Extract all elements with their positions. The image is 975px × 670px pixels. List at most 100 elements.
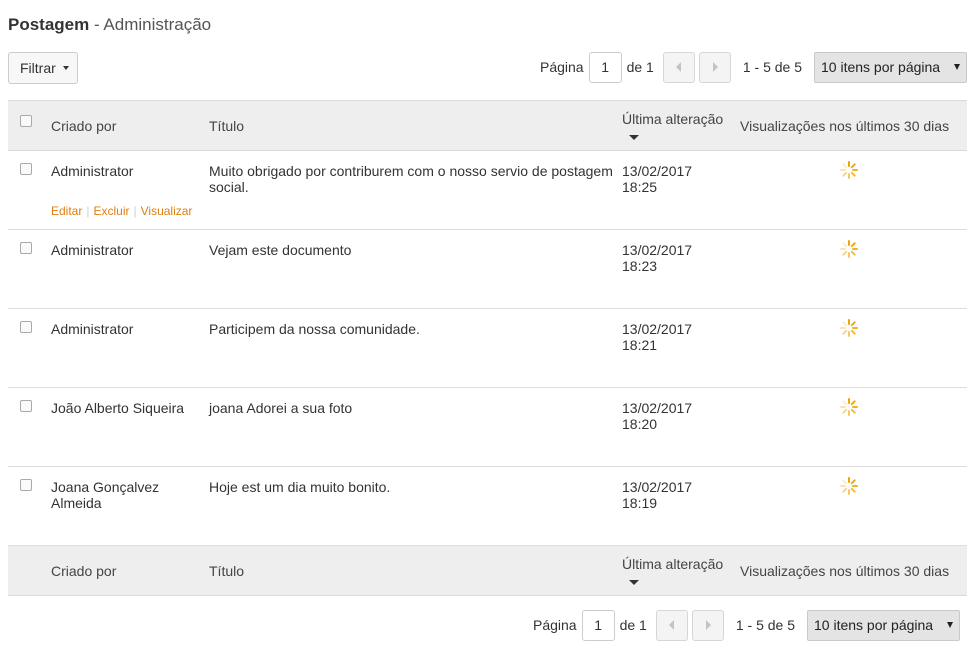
row-time-text: 18:25 (622, 179, 658, 195)
row-checkbox[interactable] (20, 242, 32, 254)
item-range: 1 - 5 de 5 (742, 59, 802, 75)
row-title: Participem da nossa comunidade. (209, 308, 622, 388)
posts-table: Criado por Título Última alteração Visua… (8, 100, 967, 596)
row-title-text: Muito obrigado por contriburem com o nos… (209, 163, 613, 195)
footer-column-last-modified[interactable]: Última alteração (622, 545, 740, 596)
row-checkbox[interactable] (20, 400, 32, 412)
table-row: João Alberto Siqueira joana Adorei a sua… (8, 387, 967, 467)
chevron-right-icon (712, 62, 718, 72)
items-per-page-value: 10 itens por página (821, 59, 941, 75)
row-author-text: Administrator (51, 163, 134, 179)
row-select-cell (8, 308, 51, 388)
prev-page-button[interactable] (662, 51, 695, 83)
footer-column-last-modified-label: Última alteração (622, 556, 724, 572)
row-time-text: 18:19 (622, 495, 658, 511)
item-range: 1 - 5 de 5 (735, 617, 795, 633)
chevron-right-icon (705, 620, 711, 630)
row-author-text: Administrator (51, 242, 134, 258)
row-author: Administrator (51, 308, 209, 388)
page-total-label: de 1 (626, 59, 654, 75)
footer-column-title[interactable]: Título (209, 545, 622, 596)
caret-down-icon (62, 66, 69, 70)
row-title-text: joana Adorei a sua foto (209, 400, 353, 416)
table-row: Administrator Vejam este documento 13/02… (8, 229, 967, 309)
row-title-text: Participem da nossa comunidade. (209, 321, 420, 337)
row-select-cell (8, 466, 51, 546)
row-select-cell (8, 150, 51, 230)
next-page-button[interactable] (698, 51, 731, 83)
row-views (740, 466, 967, 546)
edit-link[interactable]: Editar (51, 204, 82, 218)
row-date-text: 13/02/2017 (622, 400, 693, 416)
page-number-input[interactable] (588, 51, 622, 83)
page-title-section: Postagem (8, 15, 90, 34)
column-views: Visualizações nos últimos 30 dias (740, 100, 967, 151)
sort-desc-icon (629, 580, 639, 585)
select-all-cell (8, 100, 51, 151)
row-views (740, 229, 967, 309)
row-checkbox[interactable] (20, 163, 32, 175)
loading-spinner-icon (840, 477, 858, 495)
row-title-text: Hoje est um dia muito bonito. (209, 479, 391, 495)
row-author: Joana Gonçalvez Almeida (51, 466, 209, 546)
row-date-text: 13/02/2017 (622, 479, 693, 495)
row-title-text: Vejam este documento (209, 242, 352, 258)
row-actions: Editar | Excluir | Visualizar (51, 204, 192, 218)
row-date-text: 13/02/2017 (622, 242, 693, 258)
items-per-page-select[interactable]: 10 itens por página (814, 51, 967, 83)
row-checkbox[interactable] (20, 321, 32, 333)
row-date: 13/02/2017 18:23 (622, 229, 740, 309)
row-title: Muito obrigado por contriburem com o nos… (209, 150, 622, 230)
action-separator: | (133, 204, 137, 218)
items-per-page-value: 10 itens por página (814, 617, 934, 633)
dropdown-arrow-icon (954, 64, 960, 70)
sort-desc-icon (629, 135, 639, 140)
table-footer-row: Criado por Título Última alteração Visua… (8, 545, 967, 596)
row-date: 13/02/2017 18:19 (622, 466, 740, 546)
filter-button[interactable]: Filtrar (8, 52, 78, 84)
row-select-cell (8, 229, 51, 309)
column-last-modified[interactable]: Última alteração (622, 100, 740, 151)
row-views (740, 308, 967, 388)
pagination-bottom: Página de 1 1 - 5 de 5 10 itens por pági… (533, 609, 960, 641)
row-date-text: 13/02/2017 (622, 163, 693, 179)
dropdown-arrow-icon (947, 622, 953, 628)
prev-page-button[interactable] (655, 609, 688, 641)
row-author-text: Joana Gonçalvez Almeida (51, 479, 160, 511)
items-per-page-select[interactable]: 10 itens por página (807, 609, 960, 641)
column-author[interactable]: Criado por (51, 100, 209, 151)
page-label: Página (540, 59, 584, 75)
column-title[interactable]: Título (209, 100, 622, 151)
next-page-button[interactable] (691, 609, 724, 641)
footer-column-author[interactable]: Criado por (51, 545, 209, 596)
row-date-text: 13/02/2017 (622, 321, 693, 337)
footer-column-views: Visualizações nos últimos 30 dias (740, 545, 967, 596)
page-title: Postagem - Administração (8, 14, 211, 36)
view-link[interactable]: Visualizar (141, 204, 193, 218)
row-date: 13/02/2017 18:20 (622, 387, 740, 467)
row-views (740, 387, 967, 467)
row-author: Administrator (51, 229, 209, 309)
row-views (740, 150, 967, 230)
row-author: João Alberto Siqueira (51, 387, 209, 467)
row-select-cell (8, 387, 51, 467)
row-title: Vejam este documento (209, 229, 622, 309)
row-checkbox[interactable] (20, 479, 32, 491)
row-author-text: João Alberto Siqueira (51, 400, 185, 416)
action-separator: | (86, 204, 90, 218)
table-row: Administrator Participem da nossa comuni… (8, 308, 967, 388)
loading-spinner-icon (840, 161, 858, 179)
loading-spinner-icon (840, 240, 858, 258)
select-all-checkbox[interactable] (20, 115, 32, 127)
page-number-input[interactable] (581, 609, 615, 641)
filter-button-label: Filtrar (20, 60, 56, 76)
row-time-text: 18:20 (622, 416, 658, 432)
footer-check-cell (8, 545, 51, 596)
row-title: Hoje est um dia muito bonito. (209, 466, 622, 546)
pagination-top: Página de 1 1 - 5 de 5 10 itens por pági… (540, 51, 967, 83)
table-header-row: Criado por Título Última alteração Visua… (8, 100, 967, 151)
row-author-text: Administrator (51, 321, 134, 337)
row-date: 13/02/2017 18:25 (622, 150, 740, 230)
row-time-text: 18:21 (622, 337, 658, 353)
delete-link[interactable]: Excluir (93, 204, 129, 218)
